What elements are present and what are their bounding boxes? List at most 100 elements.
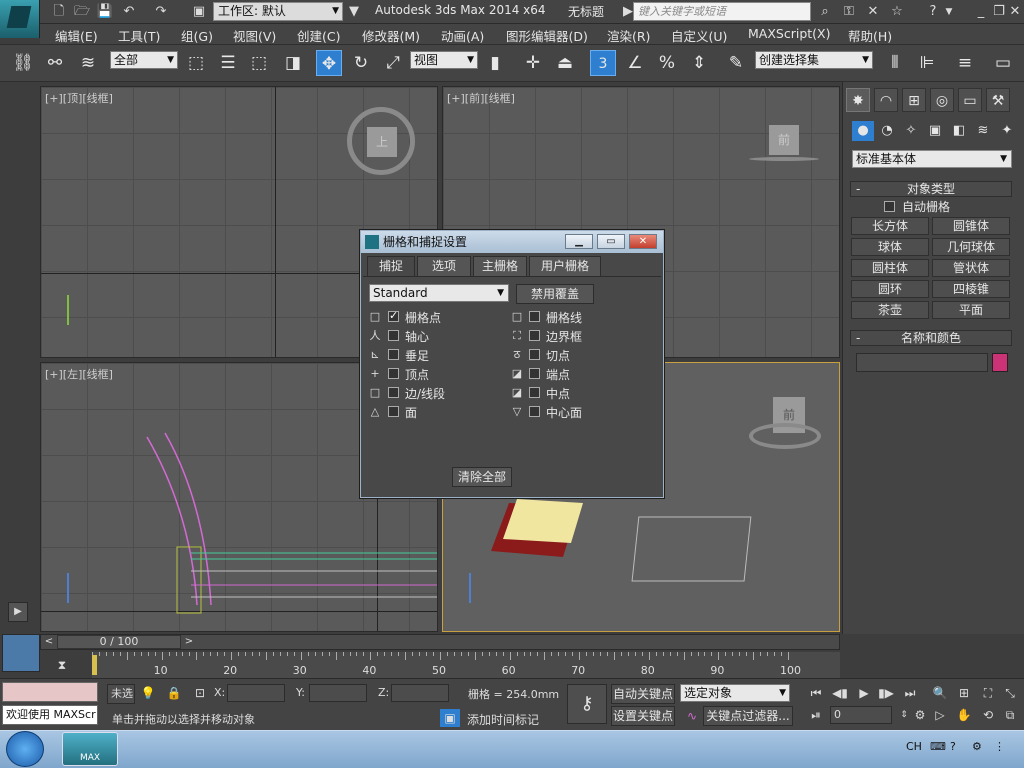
ribbon-toggle-icon[interactable]: ▭ (990, 50, 1016, 76)
tray-settings-icon[interactable]: ⋮ (994, 740, 1005, 753)
maxscript-listener-input[interactable] (2, 682, 98, 702)
unlink-icon[interactable]: ⚯ (42, 50, 68, 76)
select-object-icon[interactable]: ⬚ (183, 50, 209, 76)
next-frame-icon[interactable]: ▮▶ (876, 684, 896, 702)
go-to-end-icon[interactable]: ⏭ (900, 684, 920, 702)
menu-views[interactable]: 视图(V) (233, 26, 276, 45)
modify-tab-icon[interactable]: ◠ (874, 88, 898, 112)
dialog-maximize-button[interactable]: ▭ (597, 234, 625, 249)
menu-graph-editors[interactable]: 图形编辑器(D) (506, 26, 588, 45)
menu-animation[interactable]: 动画(A) (441, 26, 484, 45)
keyboard-shortcut-override-icon[interactable]: ⏏ (552, 50, 578, 76)
orbit-icon[interactable]: ⟲ (978, 706, 998, 724)
zoom-extents-all-icon[interactable]: ⤡ (1000, 684, 1020, 702)
plane-button[interactable]: 平面 (932, 301, 1010, 319)
select-and-move-icon[interactable]: ✥ (316, 50, 342, 76)
dialog-minimize-button[interactable]: ▁ (565, 234, 593, 249)
tray-tools-icon[interactable]: ⚙ (972, 740, 982, 753)
app-logo-button[interactable] (0, 0, 40, 38)
menu-maxscript[interactable]: MAXScript(X) (748, 26, 830, 41)
perpendicular-checkbox[interactable] (388, 349, 399, 360)
absolute-mode-icon[interactable]: ⊡ (190, 684, 210, 702)
tab-home-grid[interactable]: 主栅格 (473, 256, 527, 277)
center-face-checkbox[interactable] (529, 406, 540, 417)
geometry-icon[interactable]: ● (852, 121, 874, 141)
lock-selection-icon[interactable]: 🔒 (164, 684, 184, 702)
pivot-checkbox[interactable] (388, 330, 399, 341)
face-checkbox[interactable] (388, 406, 399, 417)
cone-button[interactable]: 圆锥体 (932, 217, 1010, 235)
undo-icon[interactable]: ↶ (120, 3, 138, 21)
tangent-checkbox[interactable] (529, 349, 540, 360)
current-frame-input[interactable]: 0 (830, 706, 892, 724)
redo-icon[interactable]: ↷ (152, 3, 170, 21)
quick-access-dropdown-icon[interactable]: ▼ (345, 3, 363, 21)
key-mode-toggle-icon[interactable]: ⏯ (806, 706, 826, 724)
align-icon[interactable]: ⊫ (914, 50, 940, 76)
keyboard-icon[interactable]: ⌨ (930, 740, 946, 753)
menu-rendering[interactable]: 渲染(R) (607, 26, 650, 45)
start-button[interactable] (6, 731, 44, 767)
helpers-icon[interactable]: ◧ (948, 121, 970, 141)
viewcube[interactable]: 上 (367, 127, 397, 157)
sphere-button[interactable]: 球体 (851, 238, 929, 256)
vertex-checkbox[interactable] (388, 368, 399, 379)
go-to-start-icon[interactable]: ⏮ (806, 684, 826, 702)
spinner-snap-icon[interactable]: ⇕ (686, 50, 712, 76)
field-of-view-icon[interactable]: ▷ (930, 706, 950, 724)
cameras-icon[interactable]: ▣ (924, 121, 946, 141)
play-mini-icon[interactable]: ▶ (8, 602, 28, 622)
torus-button[interactable]: 圆环 (851, 280, 929, 298)
hierarchy-tab-icon[interactable]: ⊞ (902, 88, 926, 112)
zoom-extents-icon[interactable]: ⛶ (978, 684, 998, 702)
reference-coordinate-select[interactable]: 视图 ▼ (410, 51, 478, 69)
cylinder-button[interactable]: 圆柱体 (851, 259, 929, 277)
lights-icon[interactable]: ✧ (900, 121, 922, 141)
box-button[interactable]: 长方体 (851, 217, 929, 235)
bounding-box-checkbox[interactable] (529, 330, 540, 341)
select-by-name-icon[interactable]: ☰ (215, 50, 241, 76)
prev-frame-arrow-icon[interactable]: < (42, 635, 56, 649)
search-input[interactable]: 键入关键字或短语 (633, 2, 811, 21)
clear-all-button[interactable]: 清除全部 (452, 467, 512, 487)
pan-view-icon[interactable]: ✋ (954, 706, 974, 724)
play-icon[interactable]: ▶ (854, 684, 874, 702)
window-crossing-icon[interactable]: ◨ (280, 50, 306, 76)
edge-segment-checkbox[interactable] (388, 387, 399, 398)
open-file-icon[interactable]: 🗁 (73, 3, 91, 21)
tab-snaps[interactable]: 捕捉 (367, 256, 415, 277)
star-icon[interactable]: ☆ (888, 3, 906, 21)
autogrid-checkbox[interactable] (884, 201, 895, 212)
grid-points-checkbox[interactable] (388, 309, 399, 322)
project-folder-icon[interactable]: ▣ (190, 3, 208, 21)
set-key-button[interactable]: 设置关键点 (611, 706, 675, 726)
spacewarps-icon[interactable]: ≋ (972, 121, 994, 141)
select-manipulate-icon[interactable]: ✛ (520, 50, 546, 76)
new-file-icon[interactable]: 🗋 (50, 3, 68, 21)
midpoint-checkbox[interactable] (529, 387, 540, 398)
language-indicator[interactable]: CH (906, 740, 922, 753)
tab-options[interactable]: 选项 (417, 256, 471, 277)
tube-button[interactable]: 管状体 (932, 259, 1010, 277)
maximize-viewport-icon[interactable]: ⧉ (1000, 706, 1020, 724)
key-mode-select[interactable]: 选定对象 ▼ (680, 684, 790, 702)
minimize-icon[interactable]: _ (972, 3, 990, 21)
menu-tools[interactable]: 工具(T) (118, 26, 160, 45)
time-configuration-icon[interactable]: ⚙ (910, 706, 930, 724)
menu-edit[interactable]: 编辑(E) (55, 26, 98, 45)
viewport-label[interactable]: [+][前][线框] (447, 90, 515, 106)
track-bar[interactable]: 10 20 30 40 50 60 70 80 90 100 (92, 652, 840, 678)
viewport-label[interactable]: [+][顶][线框] (45, 90, 113, 106)
grid-lines-checkbox[interactable] (529, 311, 540, 322)
category-select[interactable]: 标准基本体 ▼ (852, 150, 1012, 168)
dialog-close-button[interactable]: ✕ (629, 234, 657, 249)
rectangular-selection-icon[interactable]: ⬚ (246, 50, 272, 76)
object-name-input[interactable] (856, 353, 988, 372)
snap-type-select[interactable]: Standard ▼ (369, 284, 509, 302)
set-key-key-icon[interactable]: ⚷ (567, 684, 607, 724)
viewcube-compass[interactable] (749, 157, 819, 161)
maxscript-output[interactable]: 欢迎使用 MAXScr (2, 705, 98, 725)
next-frame-arrow-icon[interactable]: > (182, 635, 196, 649)
teapot-button[interactable]: 茶壶 (851, 301, 929, 319)
layer-manager-icon[interactable]: ≡ (952, 50, 978, 76)
